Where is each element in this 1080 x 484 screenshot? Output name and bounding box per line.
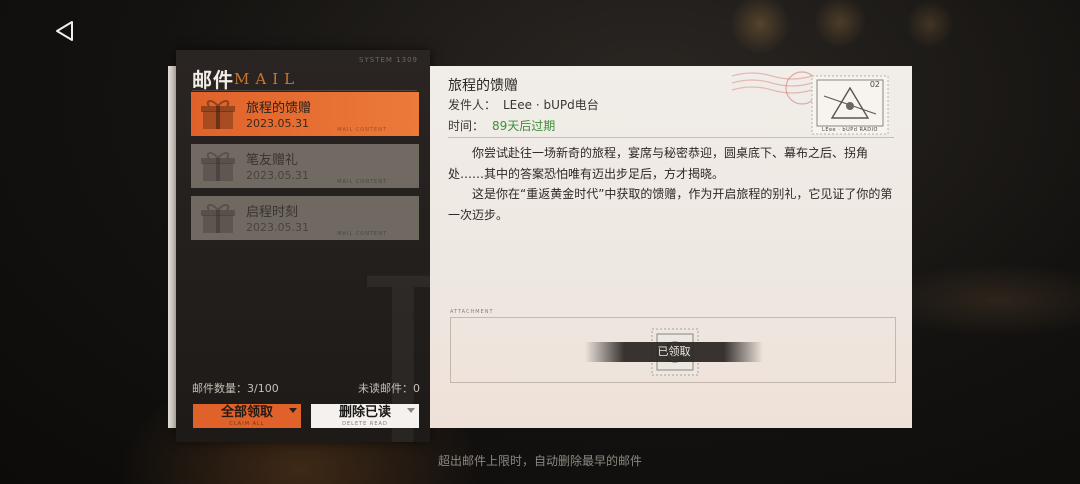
stamp-number: 02	[869, 80, 880, 89]
claimed-badge: 已领取	[585, 342, 763, 362]
delete-read-sublabel: DELETE READ	[342, 421, 388, 427]
attachment-label: ATTACHMENT	[450, 309, 494, 315]
mail-limit-note: 超出邮件上限时，自动删除最早的邮件	[437, 454, 642, 468]
mail-body: 你尝试赴往一场新奇的旅程，宴席与秘密恭迎，圆桌底下、幕布之后、拐角处……其中的答…	[448, 143, 896, 225]
time-label: 时间：	[448, 119, 485, 133]
expiry-time: 89天后过期	[492, 119, 556, 133]
mail-sidebar: J SYSTEM 1309 邮件 MAIL 旅程的馈赠 2023.05.31 M…	[176, 50, 430, 442]
mail-item-title: 启程时刻	[246, 205, 299, 220]
gift-icon	[201, 204, 235, 233]
sender-name: LEee · bUPd电台	[503, 98, 599, 112]
delete-read-button[interactable]: 删除已读 DELETE READ	[311, 404, 419, 428]
back-button[interactable]	[50, 16, 80, 46]
claim-all-sublabel: CLAIM ALL	[229, 421, 265, 427]
mail-item-title: 旅程的馈赠	[246, 101, 312, 116]
mail-count: 邮件数量：3/100	[192, 382, 279, 395]
mail-content-panel: 02 LEee · bUPd RADIO 旅程的馈赠 发件人： LEee · b…	[430, 66, 912, 428]
mail-item-caption: MAIL CONTENT	[337, 179, 387, 185]
corner-triangle-icon	[407, 408, 415, 413]
mail-title: 旅程的馈赠	[448, 78, 518, 94]
delete-read-label: 删除已读	[338, 405, 391, 420]
mail-item-date: 2023.05.31	[246, 169, 309, 182]
unread-count: 未读邮件：0	[358, 382, 420, 395]
mail-body-paragraph: 你尝试赴往一场新奇的旅程，宴席与秘密恭迎，圆桌底下、幕布之后、拐角处……其中的答…	[448, 146, 869, 181]
gift-icon	[201, 100, 235, 129]
mail-item-date: 2023.05.31	[246, 117, 309, 130]
mail-item-date: 2023.05.31	[246, 221, 309, 234]
mail-list-item[interactable]: 笔友赠礼 2023.05.31 MAIL CONTENT	[191, 144, 419, 188]
sender-label: 发件人：	[448, 98, 497, 112]
mail-body-paragraph: 这是你在“重返黄金时代”中获取的馈赠，作为开启旅程的别礼，它见证了你的第一次迈步…	[448, 187, 893, 222]
postmark-icon	[731, 71, 819, 105]
back-arrow-icon	[56, 21, 73, 41]
content-divider	[448, 137, 894, 138]
mail-item-caption: MAIL CONTENT	[337, 231, 387, 237]
mail-item-caption: MAIL CONTENT	[337, 127, 387, 133]
mail-list-item[interactable]: 启程时刻 2023.05.31 MAIL CONTENT	[191, 196, 419, 240]
claim-all-button[interactable]: 全部领取 CLAIM ALL	[193, 404, 301, 428]
claim-all-label: 全部领取	[220, 405, 273, 420]
mail-item-title: 笔友赠礼	[246, 153, 299, 168]
mail-list-item[interactable]: 旅程的馈赠 2023.05.31 MAIL CONTENT	[191, 92, 419, 136]
stamp-text: LEee · bUPd RADIO	[822, 127, 878, 133]
sidebar-divider	[192, 90, 417, 91]
sidebar-title-en: MAIL	[234, 70, 301, 88]
sidebar-serial: SYSTEM 1309	[359, 56, 418, 64]
corner-triangle-icon	[289, 408, 297, 413]
sidebar-title: 邮件	[192, 68, 234, 92]
stamp: 02 LEee · bUPd RADIO	[810, 74, 890, 136]
gift-icon	[201, 152, 235, 181]
